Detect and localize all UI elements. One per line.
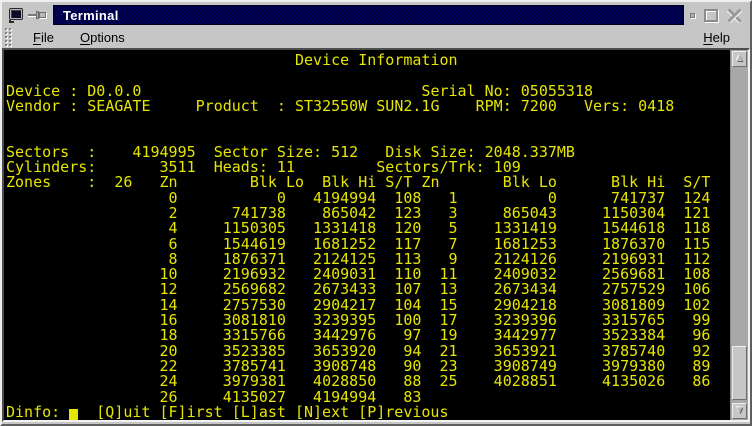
menu-file[interactable]: File — [27, 28, 60, 47]
pushpin-icon — [28, 9, 48, 21]
scrollbar[interactable]: ▲ ▼ — [730, 50, 748, 420]
pin-button[interactable] — [27, 6, 49, 25]
prompt-keys: [Q]uit [F]irst [L]ast [N]ext [P]revious — [96, 403, 448, 420]
scrollbar-up-button[interactable]: ▲ — [732, 51, 747, 67]
minimize-dot-icon[interactable] — [690, 13, 695, 18]
scrollbar-down-button[interactable]: ▼ — [732, 403, 747, 419]
close-x-icon[interactable] — [727, 8, 742, 23]
menubar: File Options Help — [2, 26, 750, 48]
terminal-monitor-icon — [8, 8, 25, 23]
menu-options[interactable]: Options — [74, 28, 131, 47]
terminal-text: Device Information Device : D0.0.0 Seria… — [4, 50, 730, 405]
window-title: Terminal — [63, 8, 119, 23]
window-title-area[interactable]: Terminal — [53, 5, 684, 25]
terminal-prompt-line: Dinfo: [Q]uit [F]irst [L]ast [N]ext [P]r… — [4, 405, 730, 420]
up-arrow-icon: ▲ — [735, 54, 745, 64]
down-arrow-icon: ▼ — [735, 406, 745, 416]
maximize-square-icon[interactable] — [704, 9, 718, 22]
prompt-label: Dinfo: — [6, 403, 60, 420]
scrollbar-thumb[interactable] — [732, 346, 747, 400]
terminal-window: Terminal File Options Help Device Inform… — [0, 0, 752, 426]
window-menu-button[interactable] — [5, 6, 27, 25]
titlebar[interactable]: Terminal — [2, 2, 750, 26]
menu-tearoff-handle[interactable] — [4, 27, 13, 47]
terminal-widget: Device Information Device : D0.0.0 Seria… — [2, 48, 750, 422]
terminal-screen[interactable]: Device Information Device : D0.0.0 Seria… — [4, 50, 730, 420]
menu-help[interactable]: Help — [697, 28, 736, 47]
window-controls — [690, 8, 746, 23]
terminal-cursor — [69, 409, 78, 420]
